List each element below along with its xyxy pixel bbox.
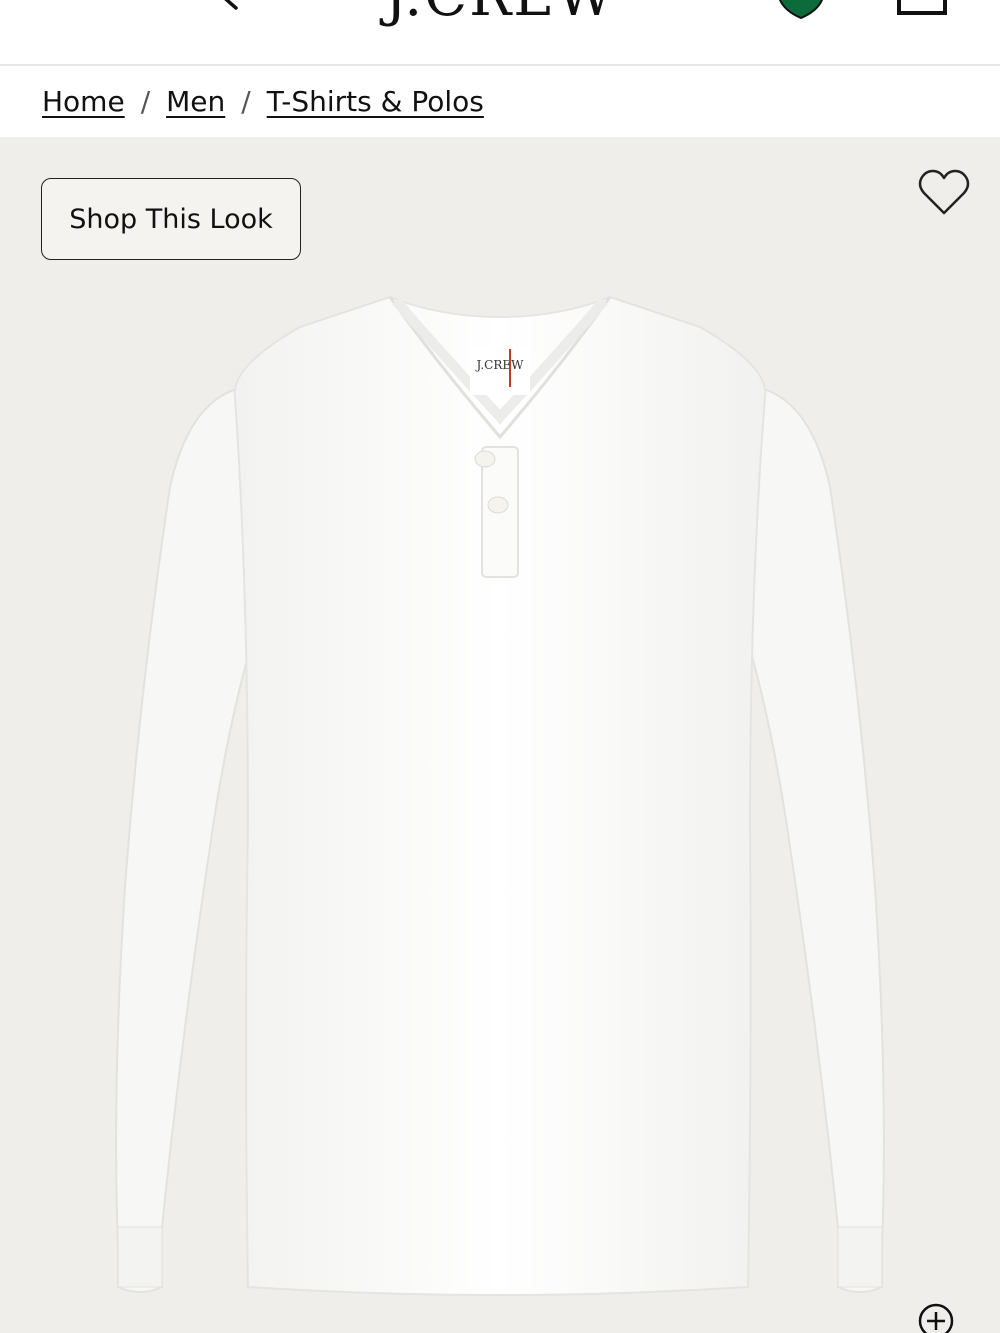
shop-this-look-button[interactable]: Shop This Look bbox=[41, 178, 301, 260]
breadcrumb-men[interactable]: Men bbox=[166, 80, 225, 124]
product-image-white-henley: J.CREW bbox=[115, 295, 885, 1296]
site-header: J.CREW bbox=[0, 0, 1000, 66]
breadcrumb-separator: / bbox=[140, 85, 151, 118]
search-icon[interactable] bbox=[196, 0, 240, 10]
rewards-badge-icon[interactable] bbox=[776, 0, 826, 20]
product-image-gallery[interactable]: Shop This Look J.CREW bbox=[0, 137, 1000, 1333]
menu-icon[interactable] bbox=[48, 0, 106, 2]
breadcrumb-tshirts-polos[interactable]: T-Shirts & Polos bbox=[267, 80, 484, 124]
zoom-plus-icon[interactable] bbox=[916, 1301, 956, 1333]
breadcrumb: Home / Men / T-Shirts & Polos bbox=[42, 80, 484, 124]
heart-icon[interactable] bbox=[918, 169, 970, 217]
breadcrumb-home[interactable]: Home bbox=[42, 80, 125, 124]
brand-logo[interactable]: J.CREW bbox=[350, 0, 650, 25]
svg-text:J.CREW: J.CREW bbox=[474, 358, 524, 372]
breadcrumb-separator: / bbox=[241, 85, 251, 118]
shopping-bag-icon[interactable] bbox=[896, 0, 948, 16]
